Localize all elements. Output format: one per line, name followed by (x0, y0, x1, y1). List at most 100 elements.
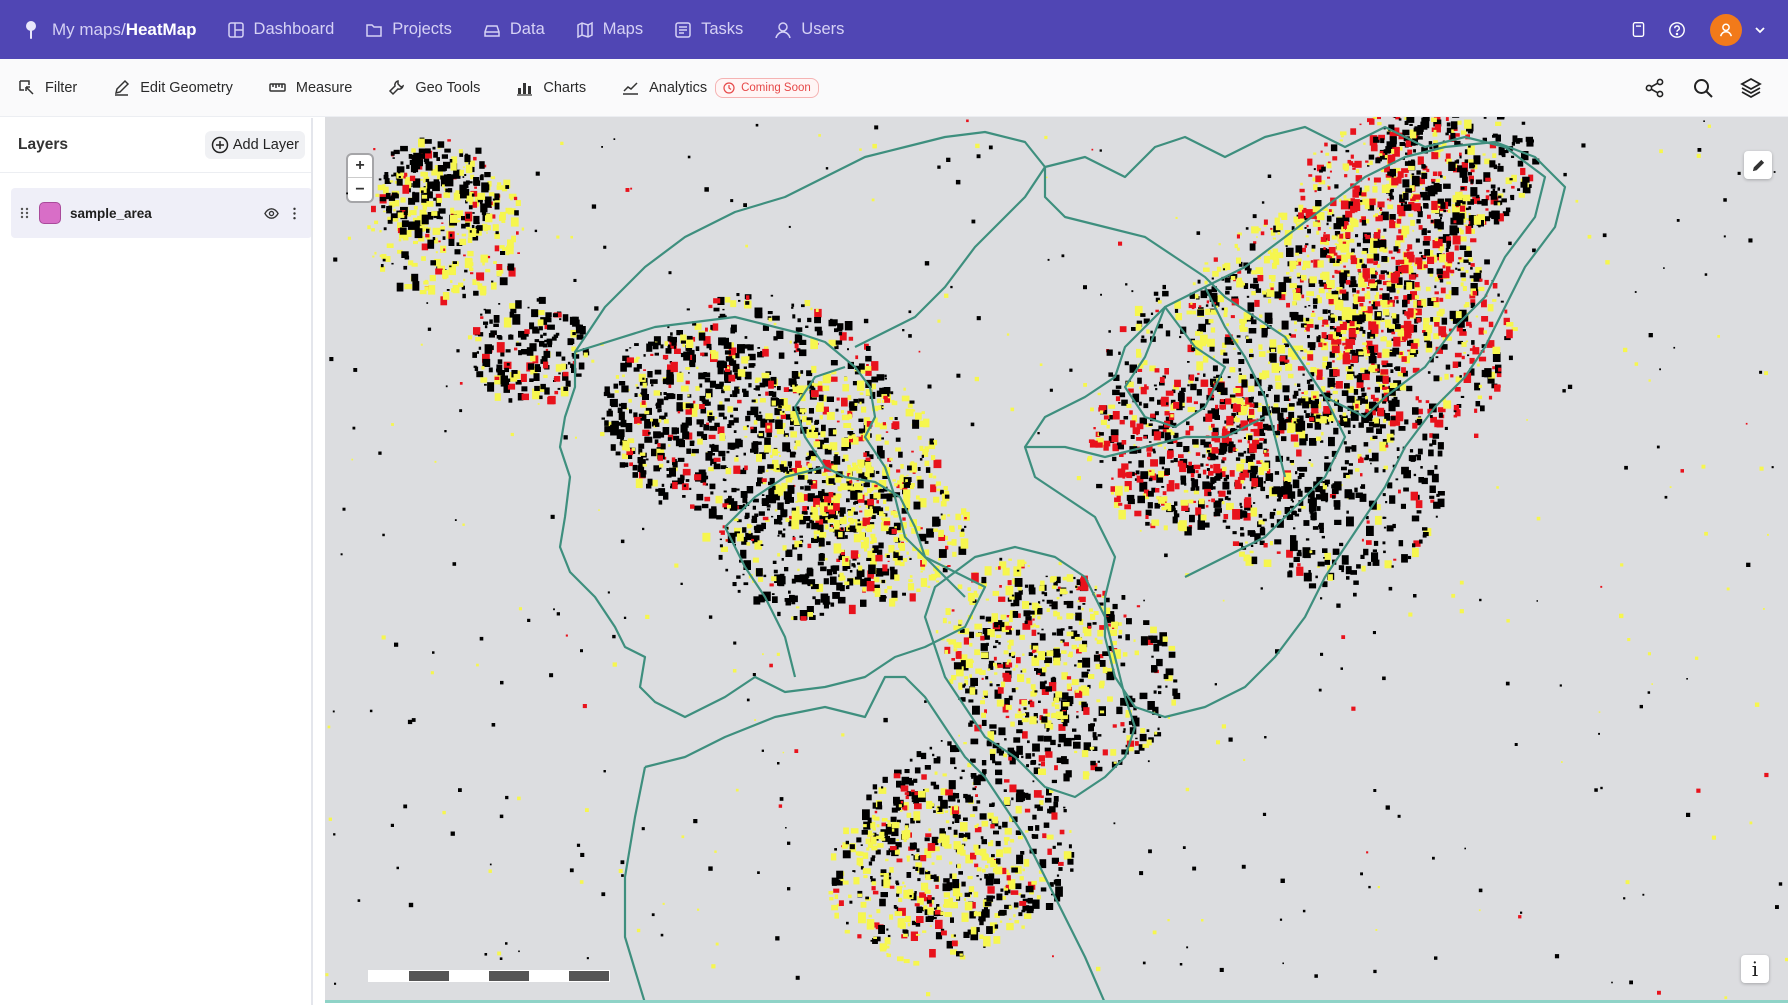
heat-cell (695, 386, 700, 391)
heat-cell (1276, 551, 1281, 554)
heat-cell (929, 925, 932, 927)
heat-cell (1136, 437, 1143, 441)
heat-cell (1301, 356, 1306, 360)
avatar[interactable] (1710, 13, 1742, 46)
heat-cell (1350, 128, 1357, 135)
sidebar-scrollbar[interactable] (311, 118, 313, 1005)
heat-cell (1446, 281, 1451, 285)
heat-cell (776, 468, 780, 470)
heat-cell (1260, 231, 1265, 236)
heat-cell (920, 752, 927, 760)
heat-cell (682, 431, 690, 440)
nav-users[interactable]: Users (774, 20, 844, 39)
heat-cell (1264, 312, 1273, 323)
drag-handle-icon[interactable] (19, 206, 31, 220)
layer-color-swatch[interactable] (39, 202, 61, 224)
chevron-down-icon[interactable] (1752, 22, 1768, 38)
share-icon[interactable] (1644, 77, 1666, 99)
nav-dashboard[interactable]: Dashboard (227, 20, 334, 39)
heat-cell (1038, 768, 1046, 775)
heat-cell (1051, 857, 1059, 864)
heat-cell (673, 435, 680, 441)
heat-cell (1248, 328, 1257, 334)
layer-item[interactable]: sample_area (11, 188, 312, 238)
nav-maps[interactable]: Maps (576, 20, 643, 39)
heat-cell (1073, 741, 1081, 749)
heat-cell (1052, 632, 1057, 636)
heat-cell (1320, 236, 1327, 242)
heat-cell (1010, 839, 1015, 843)
heat-cell (1317, 220, 1320, 223)
heat-cell (1018, 912, 1023, 917)
nav-data[interactable]: Data (483, 20, 545, 39)
measure-button[interactable]: Measure (269, 79, 352, 96)
charts-button[interactable]: Charts (516, 79, 586, 96)
heat-cell (927, 915, 934, 920)
heat-cell (1161, 466, 1165, 470)
heat-cell (636, 386, 640, 389)
heat-cell (1145, 509, 1152, 516)
heat-cell (786, 471, 790, 474)
heat-cell (1077, 600, 1080, 603)
heat-cell (823, 578, 829, 585)
search-icon[interactable] (1692, 77, 1714, 99)
layers-icon[interactable] (1740, 77, 1762, 99)
heat-cell (903, 387, 906, 391)
more-vertical-icon[interactable] (287, 206, 302, 221)
heat-cell (1237, 439, 1242, 443)
breadcrumb[interactable]: My maps/HeatMap (24, 20, 197, 40)
heat-cell (963, 793, 968, 799)
heat-cell (1223, 514, 1229, 520)
add-layer-button[interactable]: Add Layer (204, 131, 305, 159)
heat-cell (703, 424, 710, 431)
heat-cell (1301, 266, 1306, 270)
heat-cell (963, 898, 966, 901)
heat-cell (875, 434, 882, 441)
heat-cell (1253, 277, 1259, 284)
heat-cell (1222, 342, 1225, 346)
heat-cell (1279, 284, 1287, 291)
heat-cell (1293, 527, 1296, 530)
heat-cell (821, 424, 826, 432)
heat-cell (1345, 232, 1351, 239)
heat-cell (1446, 240, 1451, 247)
help-icon[interactable] (1667, 20, 1687, 40)
heat-cell (997, 687, 1004, 694)
eye-icon[interactable] (264, 206, 279, 221)
geo-tools-button[interactable]: Geo Tools (388, 79, 480, 96)
nav-projects[interactable]: Projects (365, 20, 452, 39)
analytics-button[interactable]: Analytics (622, 79, 707, 96)
heat-cell (1118, 635, 1122, 639)
heat-cell (1415, 257, 1423, 265)
breadcrumb-path[interactable]: My maps/ (52, 20, 126, 40)
heat-cell (797, 553, 803, 561)
heat-cell (1428, 449, 1434, 457)
docs-icon[interactable] (1628, 20, 1648, 40)
heat-cell (1324, 142, 1328, 147)
filter-button[interactable]: Filter (18, 79, 77, 96)
nav-maps-label: Maps (602, 20, 644, 38)
map-canvas[interactable]: + − i (325, 117, 1788, 1003)
nav-tasks[interactable]: Tasks (674, 20, 743, 39)
heat-cell (932, 753, 935, 757)
heat-cell (1360, 486, 1363, 489)
heat-cell (773, 569, 778, 574)
heat-cell (629, 347, 632, 349)
edit-geometry-button[interactable]: Edit Geometry (113, 79, 233, 96)
heat-cell (1044, 747, 1051, 752)
heat-cell (1158, 425, 1164, 430)
heat-cell (748, 363, 755, 368)
heat-cell (750, 426, 754, 430)
heat-cell (1148, 441, 1152, 443)
heat-cell (1168, 645, 1176, 651)
heat-cell (859, 401, 862, 405)
heat-cell (1350, 257, 1358, 265)
heat-cell (985, 676, 989, 680)
heat-cell (1112, 724, 1117, 728)
heat-cell (704, 378, 711, 383)
heat-cell (858, 565, 863, 571)
heat-cell (1058, 861, 1064, 866)
heat-cell (794, 361, 799, 365)
heat-cell (1376, 375, 1384, 382)
heat-cell (1024, 808, 1031, 813)
